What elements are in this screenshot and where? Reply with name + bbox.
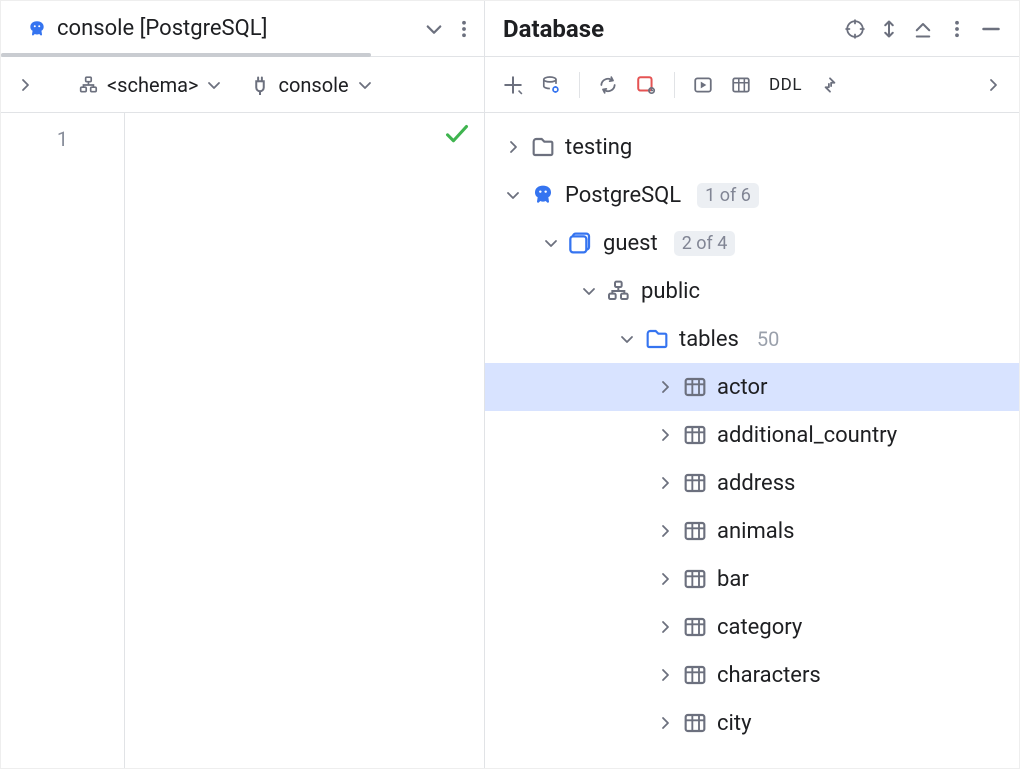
folder-blue-icon bbox=[645, 327, 669, 351]
elephant-icon bbox=[531, 183, 555, 207]
collapse-chevron-icon[interactable] bbox=[17, 77, 33, 93]
tree-node[interactable]: category bbox=[485, 603, 1019, 651]
collapse-up-icon[interactable] bbox=[913, 19, 933, 39]
divider bbox=[674, 72, 675, 98]
table-icon bbox=[683, 567, 707, 591]
tree-node-label: public bbox=[641, 279, 700, 304]
divider bbox=[579, 72, 580, 98]
tree-node[interactable]: additional_country bbox=[485, 411, 1019, 459]
tree-node-label: tables bbox=[679, 327, 739, 352]
tree-node-label: category bbox=[717, 615, 802, 640]
tree-node-label: guest bbox=[603, 231, 658, 256]
schema-label: <schema> bbox=[107, 73, 198, 97]
expand-caret-icon[interactable] bbox=[657, 619, 673, 635]
expand-vertical-icon[interactable] bbox=[879, 19, 899, 39]
chevron-down-icon bbox=[206, 77, 222, 93]
chevron-down-icon bbox=[357, 77, 373, 93]
code-editor[interactable]: 1 bbox=[1, 113, 484, 768]
postgres-icon bbox=[27, 19, 47, 39]
schema-icon bbox=[79, 75, 99, 95]
table-icon bbox=[683, 615, 707, 639]
edit-table-icon[interactable] bbox=[731, 75, 751, 95]
editor-toolbar: <schema> console bbox=[1, 57, 484, 113]
editor-tabbar: console [PostgreSQL] bbox=[1, 1, 484, 57]
schema-icon bbox=[607, 279, 631, 303]
stop-icon[interactable] bbox=[636, 75, 656, 95]
table-icon bbox=[683, 663, 707, 687]
expand-caret-icon[interactable] bbox=[505, 187, 521, 203]
tree-node[interactable]: address bbox=[485, 459, 1019, 507]
tree-node-label: actor bbox=[717, 375, 767, 400]
expand-caret-icon[interactable] bbox=[543, 235, 559, 251]
tab-options-icon[interactable] bbox=[454, 19, 474, 39]
expand-caret-icon[interactable] bbox=[581, 283, 597, 299]
ddl-button[interactable]: DDL bbox=[769, 75, 802, 95]
expand-caret-icon[interactable] bbox=[619, 331, 635, 347]
table-icon bbox=[683, 471, 707, 495]
expand-caret-icon[interactable] bbox=[657, 667, 673, 683]
checkmark-icon[interactable] bbox=[444, 123, 470, 149]
expand-caret-icon[interactable] bbox=[505, 139, 521, 155]
toolbar-chevron-right-icon[interactable] bbox=[985, 77, 1001, 93]
tree-node-label: characters bbox=[717, 663, 821, 688]
tree-node-badge: 2 of 4 bbox=[674, 231, 736, 256]
tree-node[interactable]: characters bbox=[485, 651, 1019, 699]
editor-tab[interactable]: console [PostgreSQL] bbox=[21, 10, 273, 47]
tree-node-label: city bbox=[717, 711, 751, 736]
tree-node-label: bar bbox=[717, 567, 749, 592]
table-icon bbox=[683, 711, 707, 735]
tree-node[interactable]: public bbox=[485, 267, 1019, 315]
expand-caret-icon[interactable] bbox=[657, 715, 673, 731]
tree-node[interactable]: actor bbox=[485, 363, 1019, 411]
tab-active-underline bbox=[1, 53, 371, 57]
session-label: console bbox=[278, 73, 348, 97]
crosshair-icon[interactable] bbox=[845, 19, 865, 39]
minimize-icon[interactable] bbox=[981, 19, 1001, 39]
expand-caret-icon[interactable] bbox=[657, 475, 673, 491]
expand-caret-icon[interactable] bbox=[657, 379, 673, 395]
refresh-icon[interactable] bbox=[598, 75, 618, 95]
tree-node-label: PostgreSQL bbox=[565, 183, 681, 208]
line-number: 1 bbox=[1, 127, 124, 151]
tab-title: console [PostgreSQL] bbox=[57, 16, 267, 41]
expand-caret-icon[interactable] bbox=[657, 523, 673, 539]
tree-node[interactable]: PostgreSQL 1 of 6 bbox=[485, 171, 1019, 219]
database-toolbar: DDL bbox=[485, 57, 1019, 113]
table-icon bbox=[683, 423, 707, 447]
tree-node-badge: 1 of 6 bbox=[697, 183, 759, 208]
panel-title: Database bbox=[503, 15, 604, 43]
tree-node-label: testing bbox=[565, 135, 632, 160]
tree-node-count: 50 bbox=[757, 327, 779, 351]
plug-icon bbox=[250, 75, 270, 95]
tree-node[interactable]: testing bbox=[485, 123, 1019, 171]
database-tree[interactable]: testing PostgreSQL 1 of 6 guest 2 of 4 public… bbox=[485, 113, 1019, 768]
table-icon bbox=[683, 519, 707, 543]
tab-chevron-down-icon[interactable] bbox=[424, 19, 444, 39]
tree-node[interactable]: tables 50 bbox=[485, 315, 1019, 363]
tree-node[interactable]: city bbox=[485, 699, 1019, 747]
db-blue-icon bbox=[569, 231, 593, 255]
add-icon[interactable] bbox=[503, 75, 523, 95]
folder-gray-icon bbox=[531, 135, 555, 159]
expand-caret-icon[interactable] bbox=[657, 571, 673, 587]
gutter: 1 bbox=[1, 113, 125, 768]
tree-node-label: address bbox=[717, 471, 795, 496]
tree-node-label: animals bbox=[717, 519, 794, 544]
database-panel-header: Database bbox=[485, 1, 1019, 57]
tree-node[interactable]: bar bbox=[485, 555, 1019, 603]
tree-node-label: additional_country bbox=[717, 423, 897, 448]
tree-node[interactable]: animals bbox=[485, 507, 1019, 555]
collapse-in-icon[interactable] bbox=[820, 75, 840, 95]
tree-node[interactable]: guest 2 of 4 bbox=[485, 219, 1019, 267]
panel-options-icon[interactable] bbox=[947, 19, 967, 39]
run-console-icon[interactable] bbox=[693, 75, 713, 95]
datasource-properties-icon[interactable] bbox=[541, 75, 561, 95]
expand-caret-icon[interactable] bbox=[657, 427, 673, 443]
code-area[interactable] bbox=[125, 113, 484, 768]
session-selector[interactable]: console bbox=[250, 73, 372, 97]
table-icon bbox=[683, 375, 707, 399]
schema-selector[interactable]: <schema> bbox=[79, 73, 222, 97]
